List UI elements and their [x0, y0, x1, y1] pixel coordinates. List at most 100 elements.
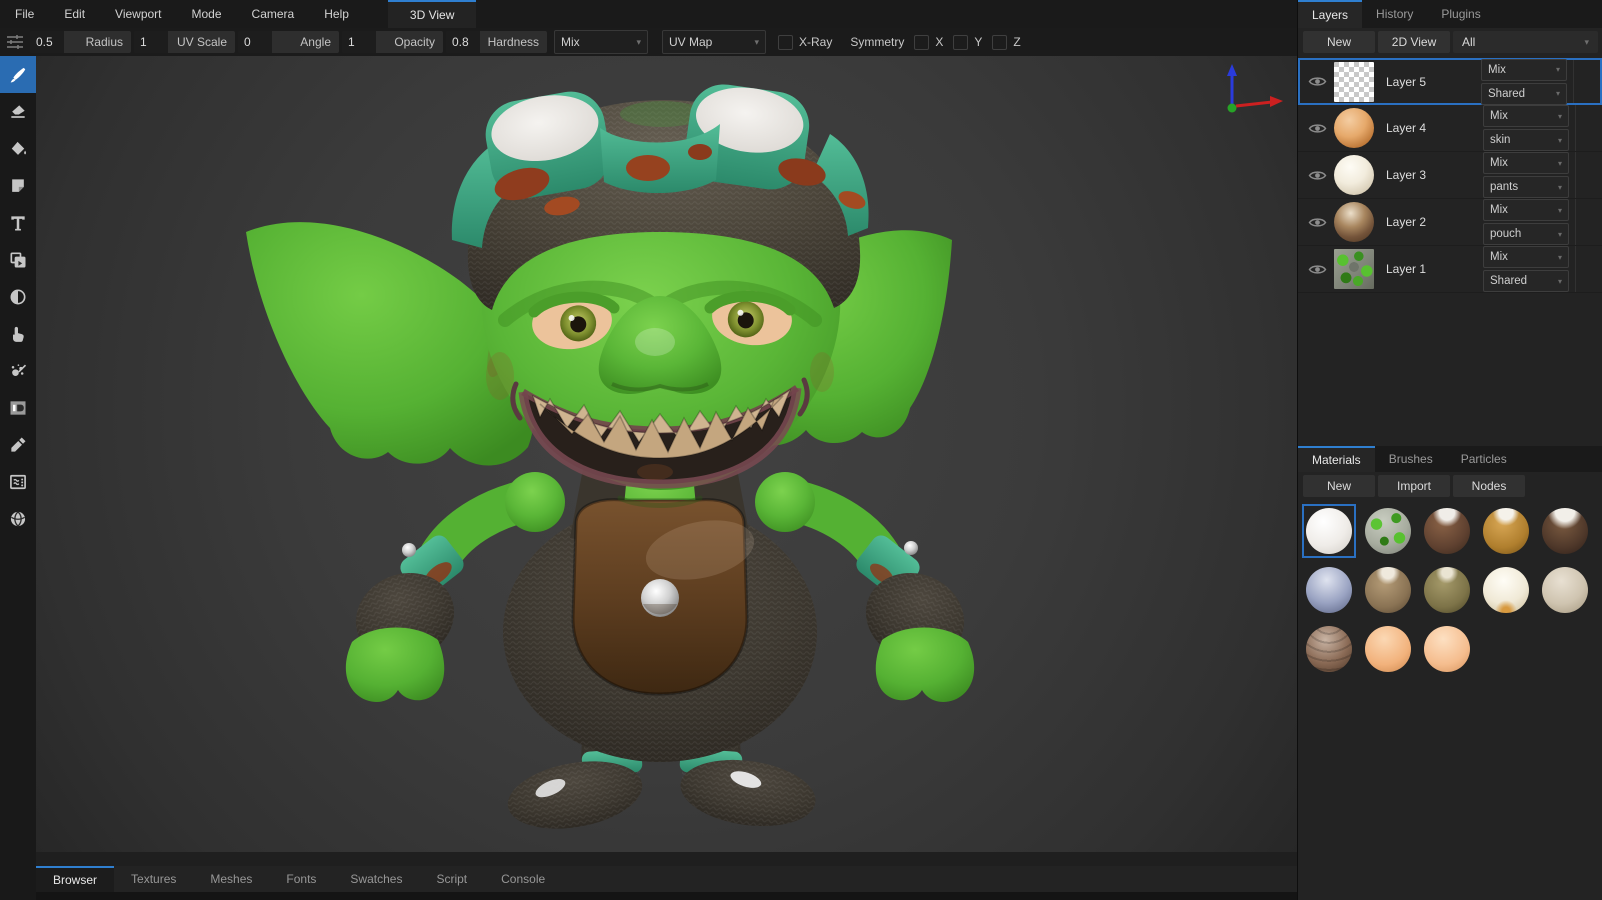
layer-thumbnail[interactable] [1334, 62, 1374, 102]
visibility-eye-icon[interactable] [1308, 216, 1332, 229]
tool-fill[interactable] [0, 130, 36, 167]
layer-object-dropdown[interactable]: pants [1483, 176, 1569, 198]
layer-thumbnail[interactable] [1334, 108, 1374, 148]
menu-camera[interactable]: Camera [237, 0, 310, 28]
tool-colorid[interactable] [0, 389, 36, 426]
material-skin[interactable] [1361, 622, 1415, 676]
tool-bake[interactable] [0, 463, 36, 500]
material-cream-weave[interactable] [1479, 563, 1533, 617]
new-material-button[interactable]: New [1303, 475, 1375, 497]
2d-view-button[interactable]: 2D View [1378, 31, 1450, 53]
material-white-cloth[interactable] [1302, 504, 1356, 558]
tab-browser[interactable]: Browser [36, 866, 114, 892]
layer-thumbnail[interactable] [1334, 202, 1374, 242]
tab-layers[interactable]: Layers [1298, 0, 1362, 28]
material-brown-knit[interactable] [1420, 504, 1474, 558]
tab-brushes[interactable]: Brushes [1375, 446, 1447, 472]
layer-object-dropdown[interactable]: Shared [1481, 83, 1567, 105]
viewport-canvas[interactable] [36, 56, 1298, 852]
menu-file[interactable]: File [0, 0, 49, 28]
tool-blur[interactable] [0, 278, 36, 315]
tab-history[interactable]: History [1362, 0, 1427, 28]
layer-row-5[interactable]: Layer 5 Mix Shared [1298, 58, 1602, 105]
material-brown-scales[interactable] [1302, 622, 1356, 676]
material-golden-leather[interactable] [1479, 504, 1533, 558]
material-beige-cloth[interactable] [1538, 563, 1592, 617]
nodes-button[interactable]: Nodes [1453, 475, 1525, 497]
menu-help[interactable]: Help [309, 0, 364, 28]
layer-filter-dropdown[interactable]: All [1453, 31, 1598, 53]
uv-scale-slider[interactable]: 1 UV Scale [134, 31, 235, 53]
tool-text[interactable] [0, 204, 36, 241]
visibility-eye-icon[interactable] [1308, 75, 1332, 88]
layer-row-3[interactable]: Layer 3 Mix pants [1298, 152, 1602, 199]
layer-thumbnail[interactable] [1334, 155, 1374, 195]
symmetry-x-group[interactable]: X [914, 35, 943, 50]
new-layer-button[interactable]: New [1303, 31, 1375, 53]
blend-mode-dropdown[interactable]: Mix [554, 30, 648, 54]
symmetry-y-group[interactable]: Y [953, 35, 982, 50]
layer-object-dropdown[interactable]: skin [1483, 129, 1569, 151]
tool-picker[interactable] [0, 426, 36, 463]
xray-checkbox-group[interactable]: X-Ray [778, 35, 832, 50]
tab-textures[interactable]: Textures [114, 866, 193, 892]
material-skin-light[interactable] [1420, 622, 1474, 676]
tab-materials[interactable]: Materials [1298, 446, 1375, 472]
layer-row-1[interactable]: Layer 1 Mix Shared [1298, 246, 1602, 293]
layer-blend-dropdown[interactable]: Mix [1483, 246, 1569, 268]
radius-slider[interactable]: 0.5 Radius [30, 31, 131, 53]
layer-blend-dropdown[interactable]: Mix [1483, 152, 1569, 174]
material-sphere [1306, 567, 1352, 613]
layer-row-2[interactable]: Layer 2 Mix pouch [1298, 199, 1602, 246]
layer-object-dropdown[interactable]: Shared [1483, 270, 1569, 292]
layer-thumbnail[interactable] [1334, 249, 1374, 289]
tab-script[interactable]: Script [419, 866, 484, 892]
symmetry-y-checkbox[interactable] [953, 35, 968, 50]
angle-value: 0 [238, 31, 272, 53]
menu-edit[interactable]: Edit [49, 0, 100, 28]
layer-object-dropdown[interactable]: pouch [1483, 223, 1569, 245]
symmetry-z-group[interactable]: Z [992, 35, 1020, 50]
layer-row-4[interactable]: Layer 4 Mix skin [1298, 105, 1602, 152]
visibility-eye-icon[interactable] [1308, 169, 1332, 182]
layer-blend-dropdown[interactable]: Mix [1483, 199, 1569, 221]
tool-eraser[interactable] [0, 93, 36, 130]
tab-plugins[interactable]: Plugins [1427, 0, 1494, 28]
layer-name: Layer 1 [1374, 262, 1483, 276]
material-olive-knit[interactable] [1420, 563, 1474, 617]
tool-smudge[interactable] [0, 315, 36, 352]
material-green-camo[interactable] [1361, 504, 1415, 558]
menu-mode[interactable]: Mode [177, 0, 237, 28]
tool-decal[interactable] [0, 167, 36, 204]
visibility-eye-icon[interactable] [1308, 122, 1332, 135]
symmetry-z-checkbox[interactable] [992, 35, 1007, 50]
xray-checkbox[interactable] [778, 35, 793, 50]
tool-particle[interactable] [0, 352, 36, 389]
menu-viewport[interactable]: Viewport [100, 0, 176, 28]
hardness-slider[interactable]: 0.8 Hardness [446, 31, 547, 53]
uv-map-dropdown[interactable]: UV Map [662, 30, 766, 54]
visibility-eye-icon[interactable] [1308, 263, 1332, 276]
tab-swatches[interactable]: Swatches [333, 866, 419, 892]
layer-blend-dropdown[interactable]: Mix [1481, 59, 1567, 81]
tab-particles[interactable]: Particles [1447, 446, 1521, 472]
tool-brush[interactable] [0, 56, 36, 93]
axis-gizmo[interactable] [1192, 64, 1284, 120]
material-dark-brown-knit[interactable] [1538, 504, 1592, 558]
blend-mode-value: Mix [561, 35, 580, 49]
tab-3d-view[interactable]: 3D View [388, 0, 476, 28]
layer-blend-dropdown[interactable]: Mix [1483, 105, 1569, 127]
tab-meshes[interactable]: Meshes [193, 866, 269, 892]
material-blue-weave[interactable] [1302, 563, 1356, 617]
brush-settings-icon[interactable] [0, 34, 30, 50]
tab-console[interactable]: Console [484, 866, 562, 892]
angle-slider[interactable]: 0 Angle [238, 31, 339, 53]
material-tan-knit[interactable] [1361, 563, 1415, 617]
tool-clone[interactable] [0, 241, 36, 278]
import-material-button[interactable]: Import [1378, 475, 1450, 497]
tab-fonts[interactable]: Fonts [269, 866, 333, 892]
materials-actions: New Import Nodes [1298, 472, 1602, 500]
opacity-slider[interactable]: 1 Opacity [342, 31, 443, 53]
symmetry-x-checkbox[interactable] [914, 35, 929, 50]
tool-gizmo[interactable] [0, 500, 36, 537]
